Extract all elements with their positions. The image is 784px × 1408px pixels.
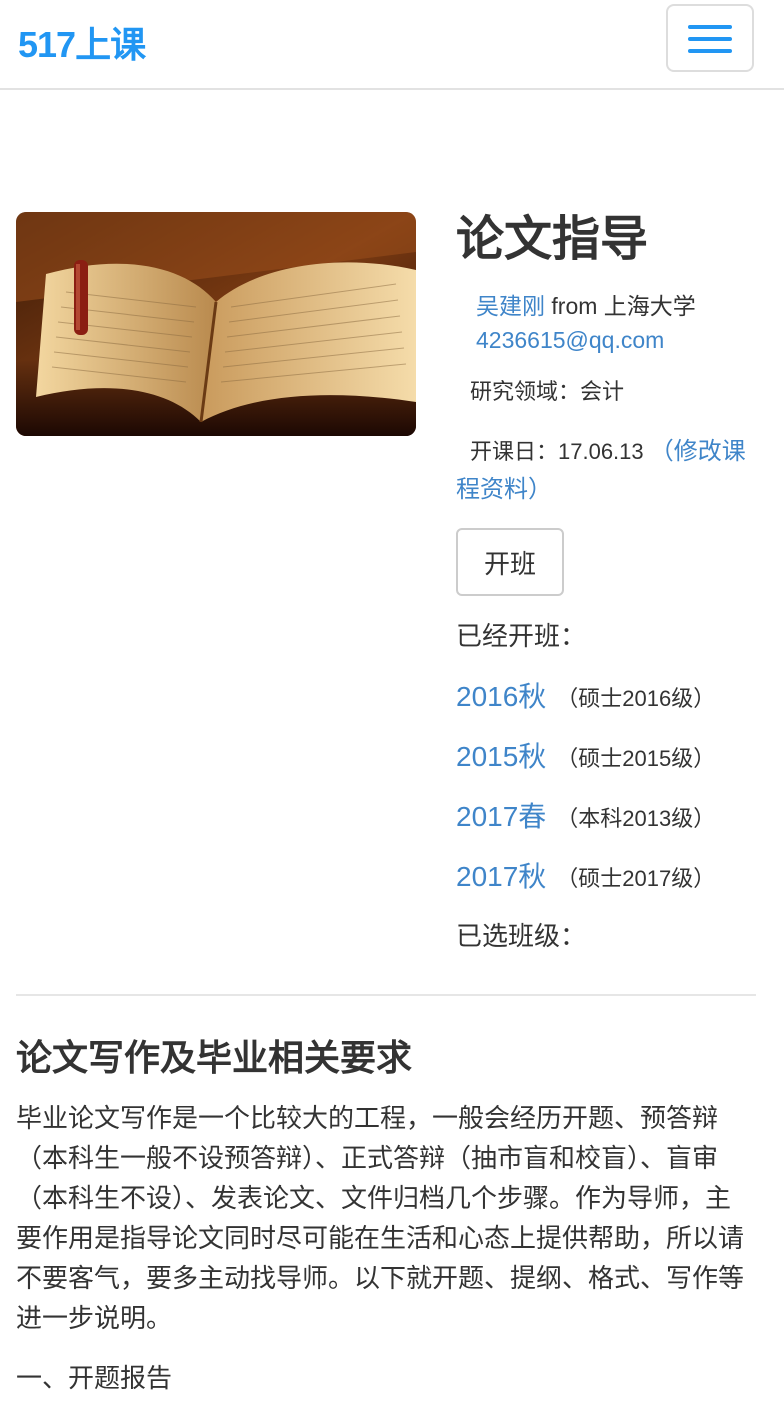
start-date-line: 开课日：17.06.13 （修改课程资料） — [456, 433, 756, 509]
teacher-affiliation: from 上海大学 — [545, 293, 696, 319]
class-note: （硕士2016级） — [556, 686, 716, 711]
section-title: 论文写作及毕业相关要求 — [16, 1037, 413, 1078]
teacher-line: 吴建刚 from 上海大学 — [476, 291, 696, 321]
brand-logo[interactable]: 517上课 — [18, 16, 146, 68]
menu-toggle-button[interactable] — [666, 4, 754, 72]
section-subheading: 一、开题报告 — [16, 1363, 173, 1393]
class-link[interactable]: 2015秋 — [456, 741, 546, 772]
teacher-email[interactable]: 4236615@qq.com — [476, 325, 664, 355]
class-link[interactable]: 2016秋 — [456, 681, 546, 712]
open-class-button[interactable]: 开班 — [456, 528, 564, 596]
course-cover-image — [16, 212, 416, 436]
class-note: （硕士2017级） — [556, 866, 716, 891]
class-list: 2016秋 （硕士2016级） 2015秋 （硕士2015级） 2017春 （本科20… — [456, 677, 715, 917]
section-divider — [16, 994, 756, 996]
section-body: 毕业论文写作是一个比较大的工程，一般会经历开题、预答辩（本科生一般不设预答辩）、… — [16, 1103, 745, 1333]
teacher-email-link[interactable]: 4236615@qq.com — [476, 327, 664, 353]
start-date: 开课日：17.06.13 — [470, 439, 644, 464]
class-item: 2017春 （本科2013级） — [456, 797, 715, 857]
class-link[interactable]: 2017春 — [456, 801, 546, 832]
selected-classes-label: 已选班级： — [456, 921, 587, 951]
class-item: 2017秋 （硕士2017级） — [456, 857, 715, 917]
opened-classes-label: 已经开班： — [456, 621, 587, 651]
teacher-name-link[interactable]: 吴建刚 — [476, 293, 545, 319]
navbar: 517上课 — [0, 0, 784, 90]
class-item: 2015秋 （硕士2015级） — [456, 737, 715, 797]
class-note: （本科2013级） — [556, 806, 716, 831]
class-item: 2016秋 （硕士2016级） — [456, 677, 715, 737]
class-link[interactable]: 2017秋 — [456, 861, 546, 892]
course-title: 论文指导 — [456, 213, 649, 266]
class-note: （硕士2015级） — [556, 746, 716, 771]
research-field: 研究领域：会计 — [470, 379, 625, 404]
